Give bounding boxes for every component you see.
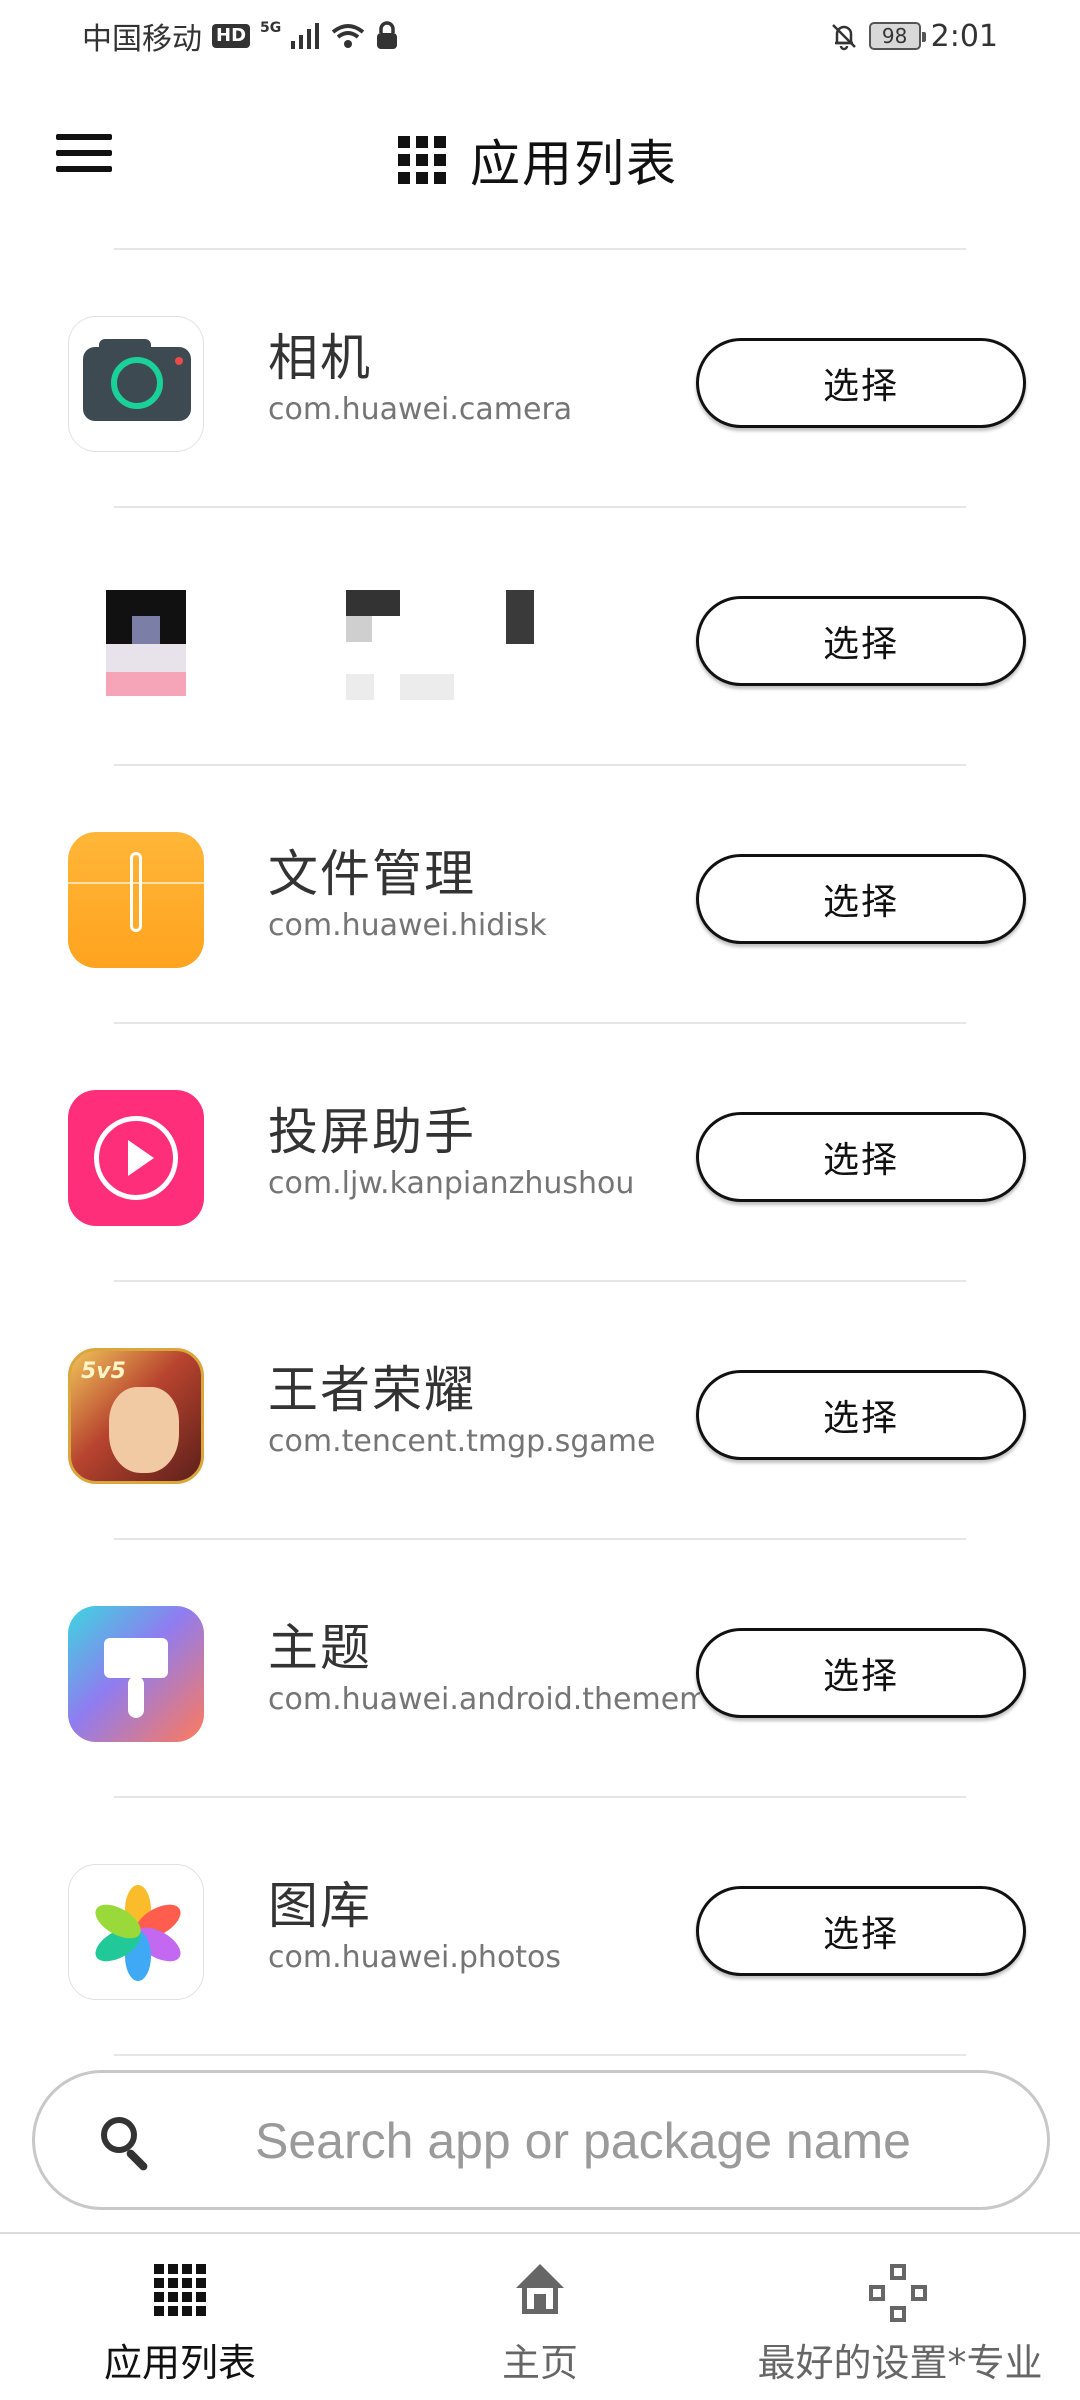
app-name: 图库 (268, 1877, 372, 1935)
list-item: 5v5 王者荣耀 com.tencent.tmgp.sgame 选择 (0, 1282, 1080, 1538)
list-item: 图库 com.huawei.photos 选择 (0, 1798, 1080, 2054)
app-package: com.ljw.kanpianzhushou (268, 1166, 635, 1201)
app-package: com.huawei.camera (268, 392, 573, 427)
app-package: com.huawei.android.thememe (268, 1682, 700, 1717)
select-button[interactable]: 选择 (696, 1112, 1026, 1202)
app-name: 投屏助手 (268, 1103, 476, 1161)
app-name: 相机 (268, 329, 372, 387)
clock: 2:01 (930, 18, 998, 54)
gallery-app-icon (68, 1864, 204, 2000)
app-grid-icon (398, 136, 446, 184)
signal-icon (291, 23, 320, 49)
app-header: 应用列表 (0, 84, 1080, 232)
title-wrap: 应用列表 (398, 124, 678, 196)
lock-icon (377, 21, 398, 49)
nav-item-settings[interactable]: 最好的设置*专业 (720, 2234, 1080, 2400)
select-button[interactable]: 选择 (696, 1370, 1026, 1460)
list-item: 相机 com.huawei.camera 选择 (0, 250, 1080, 506)
nav-label: 主页 (501, 2341, 578, 2385)
status-bar-right: 98 2:01 (829, 19, 998, 54)
select-button[interactable]: 选择 (696, 854, 1026, 944)
nav-item-app-list[interactable]: 应用列表 (0, 2234, 360, 2400)
select-button[interactable]: 选择 (696, 1886, 1026, 1976)
list-item: 投屏助手 com.ljw.kanpianzhushou 选择 (0, 1024, 1080, 1280)
redacted-app-icon (0, 508, 600, 764)
bell-muted-icon (831, 24, 856, 51)
app-name: 文件管理 (268, 845, 476, 903)
battery-indicator: 98 (868, 22, 926, 50)
game-icon-text: 5v5 (81, 1359, 126, 1384)
network-type: 5G (260, 20, 282, 36)
carrier-label: 中国移动 (82, 22, 202, 57)
camera-app-icon (68, 316, 204, 452)
status-bar-left: 中国移动 HD 5G (82, 14, 399, 58)
search-bar (32, 2070, 1050, 2210)
app-root: 中国移动 HD 5G 98 2:01 应用列表 相机 com.huawei.ca… (0, 0, 1080, 2400)
files-app-icon (68, 832, 204, 968)
app-package: com.tencent.tmgp.sgame (268, 1424, 656, 1459)
app-package: com.huawei.hidisk (268, 908, 547, 943)
app-package: com.huawei.photos (268, 1940, 562, 1975)
search-icon (101, 2117, 155, 2173)
page-title: 应用列表 (470, 135, 678, 193)
list-item: 文件管理 com.huawei.hidisk 选择 (0, 766, 1080, 1022)
select-button[interactable]: 选择 (696, 338, 1026, 428)
hamburger-menu-icon[interactable] (56, 134, 112, 174)
wifi-icon (332, 24, 365, 48)
select-button[interactable]: 选择 (696, 1628, 1026, 1718)
nav-item-home[interactable]: 主页 (360, 2234, 720, 2400)
hd-badge: HD (212, 24, 251, 48)
list-item: 选择 (0, 508, 1080, 764)
screencast-app-icon (68, 1090, 204, 1226)
status-bar: 中国移动 HD 5G 98 2:01 (0, 0, 1080, 72)
home-icon (512, 2264, 568, 2316)
gamepad-icon (869, 2264, 931, 2326)
bottom-nav: 应用列表 主页 最好的设置*专业 (0, 2232, 1080, 2400)
select-button[interactable]: 选择 (696, 596, 1026, 686)
nav-label: 最好的设置*专业 (757, 2341, 1043, 2385)
app-grid-icon (154, 2264, 206, 2316)
themes-app-icon (68, 1606, 204, 1742)
divider (114, 2054, 966, 2056)
app-list: 相机 com.huawei.camera 选择 选择 文件管理 com.huaw… (0, 248, 1080, 2056)
honor-of-kings-app-icon: 5v5 (68, 1348, 204, 1484)
nav-label: 应用列表 (103, 2341, 256, 2385)
list-item: 主题 com.huawei.android.thememe 选择 (0, 1540, 1080, 1796)
app-name: 王者荣耀 (268, 1361, 476, 1419)
app-name: 主题 (268, 1619, 372, 1677)
search-input[interactable] (255, 2101, 1015, 2181)
